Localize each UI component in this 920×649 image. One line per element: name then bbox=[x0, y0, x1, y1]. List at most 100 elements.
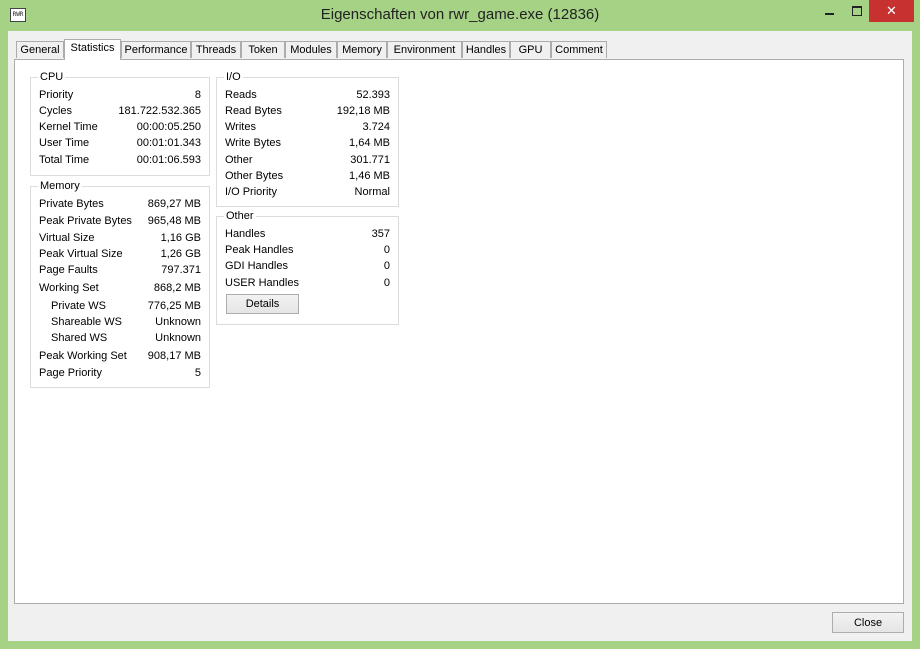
other-row-gdi-handles: GDI Handles 0 bbox=[225, 258, 390, 274]
minimize-button[interactable] bbox=[815, 0, 843, 22]
memory-row-peak-private-bytes: Peak Private Bytes 965,48 MB bbox=[39, 213, 201, 229]
stat-value: 869,27 MB bbox=[147, 198, 201, 210]
other-row-peak-handles: Peak Handles 0 bbox=[225, 242, 390, 258]
stat-value: 908,17 MB bbox=[147, 350, 201, 362]
stat-label: Total Time bbox=[39, 154, 90, 166]
maximize-button[interactable] bbox=[843, 0, 871, 22]
cpu-row-cycles: Cycles 181.722.532.365 bbox=[39, 103, 201, 119]
tab-token[interactable]: Token bbox=[241, 41, 285, 58]
stat-label: I/O Priority bbox=[225, 186, 277, 198]
memory-row-private-bytes: Private Bytes 869,27 MB bbox=[39, 196, 201, 212]
tab-handles[interactable]: Handles bbox=[462, 41, 510, 58]
memory-row-private-ws: Private WS 776,25 MB bbox=[39, 298, 201, 314]
tab-environment[interactable]: Environment bbox=[387, 41, 462, 58]
memory-row-page-faults: Page Faults 797.371 bbox=[39, 262, 201, 278]
maximize-icon bbox=[852, 6, 862, 16]
stat-label: Private WS bbox=[51, 300, 107, 312]
stat-value: 776,25 MB bbox=[147, 300, 201, 312]
stat-label: Kernel Time bbox=[39, 121, 98, 133]
stat-value: Normal bbox=[354, 186, 390, 198]
stat-value: 965,48 MB bbox=[147, 215, 201, 227]
stat-value: 357 bbox=[371, 228, 390, 240]
io-group: I/O Reads 52.393 Read Bytes 192,18 MB Writ… bbox=[216, 71, 399, 207]
memory-row-peak-working-set: Peak Working Set 908,17 MB bbox=[39, 348, 201, 364]
close-icon: ✕ bbox=[886, 3, 897, 18]
memory-group: Memory Private Bytes 869,27 MB Peak Priva… bbox=[30, 180, 210, 388]
stat-value: 00:00:05.250 bbox=[136, 121, 201, 133]
stat-value: 00:01:06.593 bbox=[136, 154, 201, 166]
io-group-title: I/O bbox=[224, 71, 243, 84]
stat-value: 5 bbox=[194, 367, 201, 379]
stat-label: Writes bbox=[225, 121, 256, 133]
stat-label: Peak Virtual Size bbox=[39, 248, 123, 260]
stat-label: Page Priority bbox=[39, 367, 102, 379]
tab-performance[interactable]: Performance bbox=[121, 41, 191, 58]
cpu-row-user-time: User Time 00:01:01.343 bbox=[39, 135, 201, 151]
stat-label: Other bbox=[225, 154, 253, 166]
tab-modules[interactable]: Modules bbox=[285, 41, 337, 58]
other-row-user-handles: USER Handles 0 bbox=[225, 275, 390, 291]
stat-value: 00:01:01.343 bbox=[136, 137, 201, 149]
stat-value: 181.722.532.365 bbox=[118, 105, 201, 117]
stat-value: 1,16 GB bbox=[160, 232, 201, 244]
stat-label: Read Bytes bbox=[225, 105, 282, 117]
window-title: Eigenschaften von rwr_game.exe (12836) bbox=[320, 6, 600, 23]
stat-value: 0 bbox=[383, 260, 390, 272]
stat-label: Cycles bbox=[39, 105, 73, 117]
details-button[interactable]: Details bbox=[226, 294, 299, 314]
tab-gpu[interactable]: GPU bbox=[510, 41, 551, 58]
cpu-group: CPU Priority 8 Cycles 181.722.532.365 Kern… bbox=[30, 71, 210, 176]
stat-label: Shareable WS bbox=[51, 316, 122, 328]
stat-label: Page Faults bbox=[39, 264, 98, 276]
stat-label: Other Bytes bbox=[225, 170, 284, 182]
stat-value: 192,18 MB bbox=[336, 105, 390, 117]
cpu-row-total-time: Total Time 00:01:06.593 bbox=[39, 152, 201, 168]
close-button[interactable]: Close bbox=[832, 612, 904, 633]
stat-value: 868,2 MB bbox=[153, 282, 201, 294]
other-group-title: Other bbox=[224, 210, 256, 223]
memory-row-shared-ws: Shared WS Unknown bbox=[39, 330, 201, 346]
stat-value: 0 bbox=[383, 277, 390, 289]
memory-row-shareable-ws: Shareable WS Unknown bbox=[39, 314, 201, 330]
stat-label: Private Bytes bbox=[39, 198, 104, 210]
stat-value: 52.393 bbox=[356, 89, 390, 101]
tab-statistics[interactable]: Statistics bbox=[64, 39, 121, 60]
memory-row-page-priority: Page Priority 5 bbox=[39, 365, 201, 381]
stat-label: USER Handles bbox=[225, 277, 299, 289]
stat-value: Unknown bbox=[155, 332, 201, 344]
statistics-panel: CPU Priority 8 Cycles 181.722.532.365 Kern… bbox=[14, 59, 904, 604]
dialog-client-area: General Statistics Performance Threads T… bbox=[8, 31, 912, 641]
stat-label: Working Set bbox=[39, 282, 99, 294]
tab-threads[interactable]: Threads bbox=[191, 41, 241, 58]
other-group: Other Handles 357 Peak Handles 0 GDI Handl… bbox=[216, 210, 399, 325]
io-row-io-priority: I/O Priority Normal bbox=[225, 184, 390, 200]
stat-label: Peak Private Bytes bbox=[39, 215, 132, 227]
tab-memory[interactable]: Memory bbox=[337, 41, 387, 58]
stat-label: GDI Handles bbox=[225, 260, 288, 272]
stat-label: Handles bbox=[225, 228, 266, 240]
io-row-other: Other 301.771 bbox=[225, 152, 390, 168]
memory-row-peak-virtual-size: Peak Virtual Size 1,26 GB bbox=[39, 246, 201, 262]
io-row-reads: Reads 52.393 bbox=[225, 87, 390, 103]
stat-value: 301.771 bbox=[350, 154, 390, 166]
stat-value: 797.371 bbox=[161, 264, 201, 276]
stat-label: Peak Working Set bbox=[39, 350, 127, 362]
memory-row-virtual-size: Virtual Size 1,16 GB bbox=[39, 230, 201, 246]
tab-comment[interactable]: Comment bbox=[551, 41, 607, 58]
window-close-button[interactable]: ✕ bbox=[869, 0, 914, 22]
stat-label: Reads bbox=[225, 89, 257, 101]
tab-general[interactable]: General bbox=[16, 41, 64, 58]
stat-label: Virtual Size bbox=[39, 232, 95, 244]
stat-value: 8 bbox=[194, 89, 201, 101]
stat-value: 0 bbox=[383, 244, 390, 256]
stat-value: 3.724 bbox=[362, 121, 390, 133]
minimize-icon bbox=[824, 13, 834, 15]
io-row-writes: Writes 3.724 bbox=[225, 119, 390, 135]
io-row-write-bytes: Write Bytes 1,64 MB bbox=[225, 135, 390, 151]
stat-label: User Time bbox=[39, 137, 90, 149]
stat-value: 1,46 MB bbox=[349, 170, 390, 182]
cpu-row-priority: Priority 8 bbox=[39, 87, 201, 103]
io-row-read-bytes: Read Bytes 192,18 MB bbox=[225, 103, 390, 119]
stat-value: 1,26 GB bbox=[160, 248, 201, 260]
io-row-other-bytes: Other Bytes 1,46 MB bbox=[225, 168, 390, 184]
